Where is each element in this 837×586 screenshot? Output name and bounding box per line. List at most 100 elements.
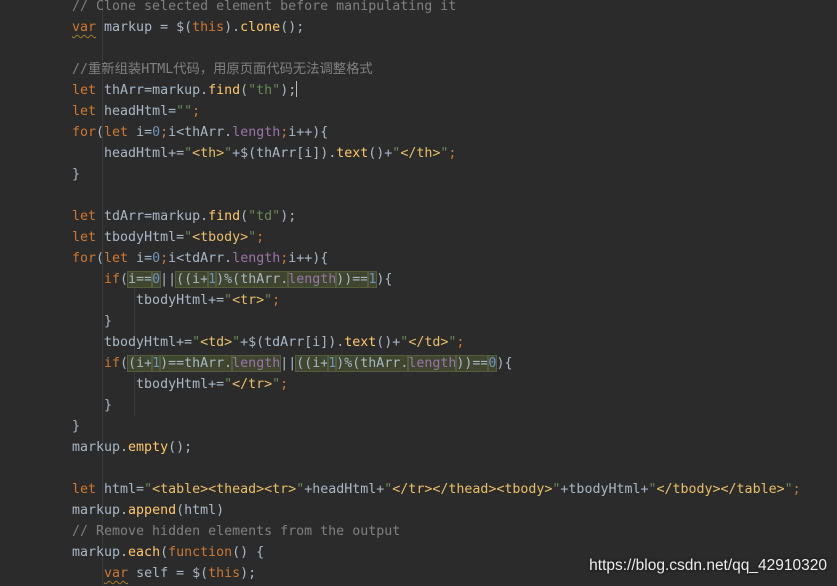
code-token: find: [208, 83, 241, 98]
code-token: </tbody></table>: [656, 482, 785, 497]
code-line[interactable]: [72, 458, 837, 479]
code-token: clone: [240, 20, 281, 35]
code-token: headHtml+=: [104, 146, 185, 161]
code-line[interactable]: // Remove hidden elements from the outpu…: [72, 521, 837, 542]
code-token: for: [72, 251, 97, 266]
code-token: }: [104, 398, 113, 413]
code-token: ()+: [376, 335, 401, 350]
code-line[interactable]: }: [72, 311, 837, 332]
code-token: (html): [176, 503, 225, 518]
code-token: let: [72, 209, 97, 224]
code-line[interactable]: markup.append(html): [72, 500, 837, 521]
code-token: ))==: [455, 355, 490, 372]
code-token: ": [264, 293, 273, 308]
code-token: (: [120, 356, 129, 371]
code-line[interactable]: let tbodyHtml="<tbody>";: [72, 227, 837, 248]
code-token: length: [407, 355, 458, 372]
code-token: (: [160, 545, 169, 560]
code-token: ": [648, 482, 657, 497]
code-token: each: [128, 545, 161, 560]
code-token: ": [248, 230, 257, 245]
code-token: (i+: [127, 355, 154, 372]
code-area[interactable]: // Clone selected element before manipul…: [72, 0, 837, 584]
code-token: length: [287, 271, 338, 288]
code-token: ": [272, 377, 281, 392]
code-line[interactable]: let html="<table><thead><tr>"+headHtml+"…: [72, 479, 837, 500]
code-line[interactable]: if(i==0||((i+1)%(thArr.length))==1){: [72, 269, 837, 290]
code-line[interactable]: markup.empty();: [72, 437, 837, 458]
code-token: markup.: [72, 545, 129, 560]
code-token: html=: [96, 482, 145, 497]
code-line[interactable]: }: [72, 164, 837, 185]
code-token: markup.: [72, 503, 129, 518]
code-line[interactable]: // Clone selected element before manipul…: [72, 0, 837, 17]
code-token: i<thArr.: [168, 125, 233, 140]
code-token: find: [208, 209, 241, 224]
code-token: "th": [248, 83, 281, 98]
code-token: 1: [151, 355, 162, 372]
code-token: );: [280, 83, 297, 98]
code-token: append: [128, 503, 177, 518]
code-token: var: [72, 20, 97, 35]
code-line[interactable]: let thArr=markup.find("th");: [72, 80, 837, 101]
code-line[interactable]: }: [72, 395, 837, 416]
code-line[interactable]: for(let i=0;i<thArr.length;i++){: [72, 122, 837, 143]
code-token: +headHtml+: [304, 482, 385, 497]
code-token: ;: [456, 335, 465, 350]
code-token: length: [232, 251, 281, 266]
code-token: let: [72, 104, 97, 119]
code-token: )%(thArr.: [335, 355, 410, 372]
code-line[interactable]: [72, 185, 837, 206]
code-token: <tbody>: [192, 230, 249, 245]
code-token: }: [72, 167, 81, 182]
code-token: ){: [376, 272, 393, 287]
code-token: ": [192, 335, 201, 350]
code-line[interactable]: if((i+1)==thArr.length||((i+1)%(thArr.le…: [72, 353, 837, 374]
code-token: ||: [160, 272, 177, 287]
code-token: let: [72, 482, 97, 497]
code-line[interactable]: headHtml+="<th>"+$(thArr[i]).text()+"</t…: [72, 143, 837, 164]
code-token: +$(thArr[i]).: [232, 146, 337, 161]
code-token: </th>: [400, 146, 441, 161]
code-token: +$(tdArr[i]).: [240, 335, 345, 350]
code-token: let: [72, 230, 97, 245]
code-token: 0: [152, 251, 161, 266]
code-line[interactable]: var markup = $(this).clone();: [72, 17, 837, 38]
code-line[interactable]: tbodyHtml+="<td>"+$(tdArr[i]).text()+"</…: [72, 332, 837, 353]
code-token: ": [224, 377, 233, 392]
code-token: tbodyHtml+=: [136, 377, 225, 392]
code-token: ": [232, 335, 241, 350]
code-line[interactable]: [72, 38, 837, 59]
code-token: ||: [280, 356, 297, 371]
code-token: this: [208, 566, 241, 581]
code-token: ": [224, 293, 233, 308]
code-token: ": [184, 230, 193, 245]
code-token: text: [336, 146, 369, 161]
code-token: self = $(: [128, 566, 209, 581]
code-line[interactable]: let headHtml="";: [72, 101, 837, 122]
code-token: text: [344, 335, 377, 350]
code-line[interactable]: tbodyHtml+="<tr>";: [72, 290, 837, 311]
code-token: i++){: [288, 251, 329, 266]
code-line[interactable]: }: [72, 416, 837, 437]
code-token: ((i+: [295, 355, 330, 372]
code-line[interactable]: tbodyHtml+="</tr>";: [72, 374, 837, 395]
code-line[interactable]: for(let i=0;i<tdArr.length;i++){: [72, 248, 837, 269]
code-line[interactable]: let tdArr=markup.find("td");: [72, 206, 837, 227]
code-token: ).: [224, 20, 241, 35]
code-token: </tr>: [232, 377, 273, 392]
code-token: if: [104, 356, 121, 371]
code-token: this: [192, 20, 225, 35]
code-token: </td>: [408, 335, 449, 350]
code-line[interactable]: //重新组装HTML代码，用原页面代码无法调整格式: [72, 59, 837, 80]
code-token: tbodyHtml+=: [104, 335, 193, 350]
code-token: tbodyHtml+=: [136, 293, 225, 308]
code-token: ((i+: [175, 271, 210, 288]
code-editor[interactable]: // Clone selected element before manipul…: [0, 0, 837, 586]
code-token: empty: [128, 440, 169, 455]
code-token: ": [184, 146, 193, 161]
